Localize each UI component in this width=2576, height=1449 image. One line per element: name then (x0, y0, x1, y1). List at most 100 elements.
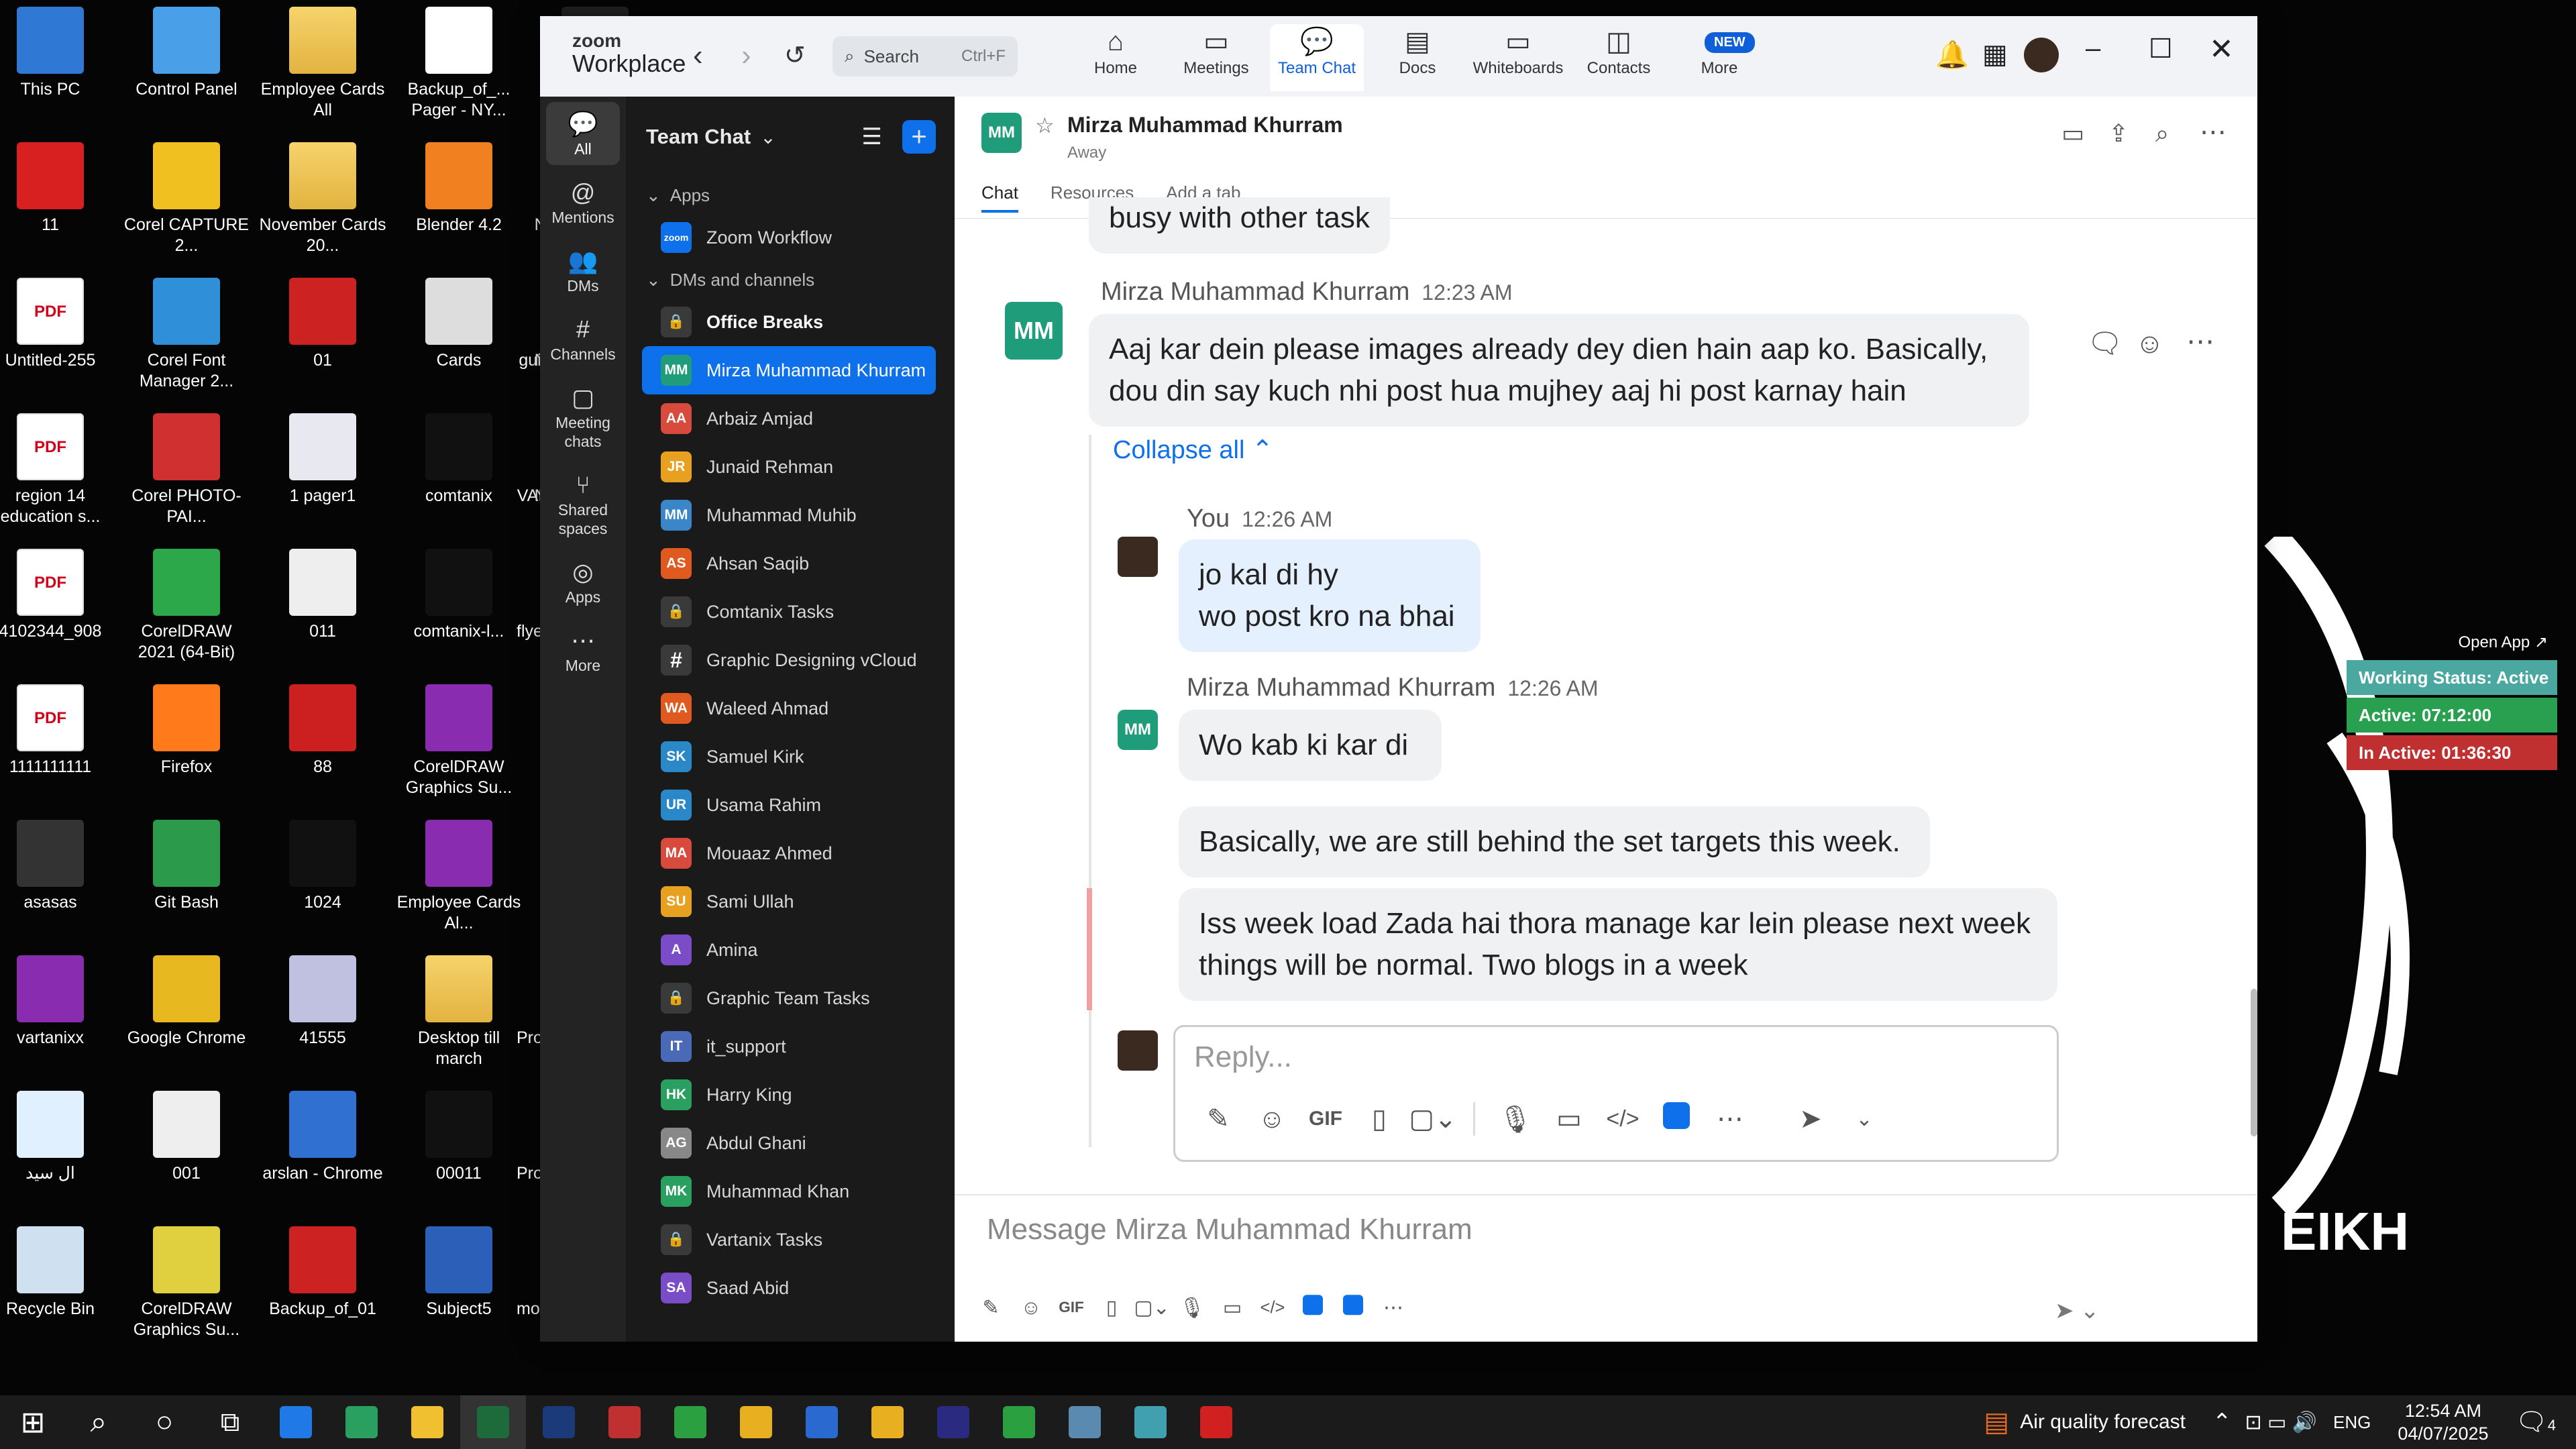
message-more-icon[interactable]: ⋯ (2186, 325, 2214, 358)
rail-apps[interactable]: ◎ Apps (546, 550, 620, 613)
desktop-icon[interactable]: 41555 (259, 955, 386, 1049)
task-view-icon[interactable]: ⧉ (197, 1395, 263, 1449)
format-icon-2[interactable]: ✎ (971, 1296, 1011, 1320)
send-options-icon[interactable]: ⌄ (1837, 1108, 1891, 1131)
weather-icon[interactable]: ▤ (1984, 1407, 2009, 1438)
desktop-icon[interactable]: 01 (259, 278, 386, 371)
chat-search-icon[interactable]: ⌕ (2155, 119, 2169, 148)
sidebar-item[interactable]: SK Samuel Kirk (642, 733, 936, 781)
code-icon[interactable]: </> (1596, 1106, 1650, 1132)
cortana-icon[interactable]: ○ (131, 1395, 197, 1449)
nav-home[interactable]: ⌂ Home (1069, 24, 1163, 91)
app-icon-3[interactable] (1333, 1295, 1373, 1320)
desktop-icon[interactable]: 001 (123, 1091, 250, 1184)
desktop-icon[interactable]: CorelDRAW 2021 (64-Bit) (123, 549, 250, 663)
taskbar-app[interactable] (855, 1395, 920, 1449)
desktop-icon[interactable]: This PC (0, 7, 114, 100)
taskbar-app[interactable] (789, 1395, 855, 1449)
desktop-icon[interactable]: Corel CAPTURE 2... (123, 142, 250, 256)
desktop-icon[interactable]: Corel Font Manager 2... (123, 278, 250, 392)
sidebar-item[interactable]: MM Mirza Muhammad Khurram (642, 346, 936, 394)
desktop-icon[interactable]: Firefox (123, 684, 250, 777)
start-button[interactable]: ⊞ (0, 1395, 66, 1449)
more-tools-icon[interactable]: ⋯ (1703, 1104, 1757, 1134)
code-icon-2[interactable]: </> (1252, 1297, 1293, 1317)
audio-icon-2[interactable]: 🎙 (1172, 1295, 1212, 1319)
screenshot-icon[interactable]: ▢⌄ (1406, 1104, 1460, 1134)
nav-whiteboards[interactable]: ▭ Whiteboards (1471, 24, 1565, 91)
taskbar-app[interactable] (1183, 1395, 1249, 1449)
partial-desktop-icon[interactable]: VAI (517, 486, 543, 506)
rail-dms[interactable]: 👥 DMs (546, 239, 620, 302)
new-chat-button[interactable]: + (902, 120, 936, 154)
desktop-icon[interactable]: Corel PHOTO-PAI... (123, 413, 250, 527)
desktop-icon[interactable]: Git Bash (123, 820, 250, 913)
rail-more[interactable]: ⋯ More (546, 619, 620, 682)
gif-button-2[interactable]: GIF (1051, 1299, 1091, 1316)
nav-docs[interactable]: ▤ Docs (1371, 24, 1464, 91)
sidebar-item[interactable]: MK Muhammad Khan (642, 1167, 936, 1216)
scrollbar[interactable] (2251, 989, 2257, 1136)
sidebar-item[interactable]: AA Arbaiz Amjad (642, 394, 936, 443)
sidebar-item[interactable]: A Amina (642, 926, 936, 974)
taskbar-app[interactable] (657, 1395, 723, 1449)
partial-desktop-icon[interactable]: mo AI ( (517, 1299, 543, 1320)
emoji-icon-2[interactable]: ☺ (1011, 1296, 1051, 1319)
taskbar-app[interactable] (723, 1395, 789, 1449)
close-button[interactable]: ✕ (2209, 32, 2234, 66)
partial-desktop-icon[interactable]: flye ALs (517, 621, 543, 642)
reply-input[interactable]: Reply... (1194, 1040, 1292, 1074)
desktop-icon[interactable]: 011 (259, 549, 386, 642)
sidebar-item[interactable]: JR Junaid Rehman (642, 443, 936, 491)
language-indicator[interactable]: ENG (2333, 1412, 2371, 1433)
taskbar-app[interactable] (1052, 1395, 1118, 1449)
desktop-icon[interactable]: Employee Cards All (259, 7, 386, 121)
desktop-icon[interactable]: Google Chrome (123, 955, 250, 1049)
desktop-icon[interactable]: CorelDRAW Graphics Su... (395, 684, 523, 798)
sidebar-item[interactable]: SU Sami Ullah (642, 877, 936, 926)
maximize-button[interactable]: ☐ (2149, 34, 2173, 64)
desktop-icon[interactable]: Blender 4.2 (395, 142, 523, 235)
desktop-icon[interactable]: ال سید (0, 1091, 114, 1184)
star-icon[interactable]: ☆ (1035, 113, 1055, 138)
sidebar-item[interactable]: # Graphic Designing vCloud (642, 636, 936, 684)
sidebar-item[interactable]: AS Ahsan Saqib (642, 539, 936, 588)
sidebar-item[interactable]: 🔒 Graphic Team Tasks (642, 974, 936, 1022)
desktop-icon[interactable]: arslan - Chrome (259, 1091, 386, 1184)
desktop-icon[interactable]: Backup_of_... Pager - NY... (395, 7, 523, 121)
rail-channels[interactable]: # Channels (546, 307, 620, 370)
section-apps[interactable]: ⌄ Apps (626, 177, 955, 213)
tab-chat[interactable]: Chat (981, 182, 1018, 213)
app-icon-2[interactable] (1293, 1295, 1333, 1320)
desktop-icon[interactable]: Recycle Bin (0, 1226, 114, 1320)
app-icon[interactable] (1650, 1102, 1703, 1136)
desktop-icon[interactable]: Desktop till march (395, 955, 523, 1069)
tray-chevron-icon[interactable]: ⌃ (2212, 1409, 2232, 1436)
sidebar-item[interactable]: MM Muhammad Muhib (642, 491, 936, 539)
desktop-icon[interactable]: PDF Untitled-255 (0, 278, 114, 371)
open-app-link[interactable]: Open App ↗ (2347, 628, 2557, 657)
sidebar-item[interactable]: MA Mouaaz Ahmed (642, 829, 936, 877)
collapse-all-link[interactable]: Collapse all ⌃ (1113, 435, 1273, 465)
audio-icon[interactable]: 🎙 (1489, 1104, 1542, 1135)
video-message-icon-2[interactable]: ▭ (1212, 1296, 1252, 1320)
send-icon[interactable]: ➤ (1784, 1104, 1837, 1134)
forward-icon[interactable]: › (741, 39, 751, 72)
sidebar-item[interactable]: 🔒 Comtanix Tasks (642, 588, 936, 636)
sidebar-item[interactable]: AG Abdul Ghani (642, 1119, 936, 1167)
sidebar-item[interactable]: UR Usama Rahim (642, 781, 936, 829)
rail-meeting-chats[interactable]: ▢ Meeting chats (546, 376, 620, 458)
partial-desktop-icon[interactable]: gui (517, 350, 543, 371)
taskbar-app[interactable] (394, 1395, 460, 1449)
rail-mentions[interactable]: @ Mentions (546, 170, 620, 233)
more-tools-icon-2[interactable]: ⋯ (1373, 1296, 1413, 1320)
video-message-icon[interactable]: ▭ (1542, 1104, 1596, 1134)
sidebar-item[interactable]: SA Saad Abid (642, 1264, 936, 1312)
taskbar-app[interactable] (1118, 1395, 1183, 1449)
weather-text[interactable]: Air quality forecast (2020, 1411, 2186, 1434)
sidebar-item[interactable]: 🔒 Vartanix Tasks (642, 1216, 936, 1264)
partial-desktop-icon[interactable]: Proc Pro (517, 1163, 543, 1184)
desktop-icon[interactable]: 00011 (395, 1091, 523, 1184)
nav-team-chat[interactable]: 💬 Team Chat (1270, 24, 1364, 91)
reply-thread-icon[interactable]: 🗨 (2087, 327, 2123, 360)
